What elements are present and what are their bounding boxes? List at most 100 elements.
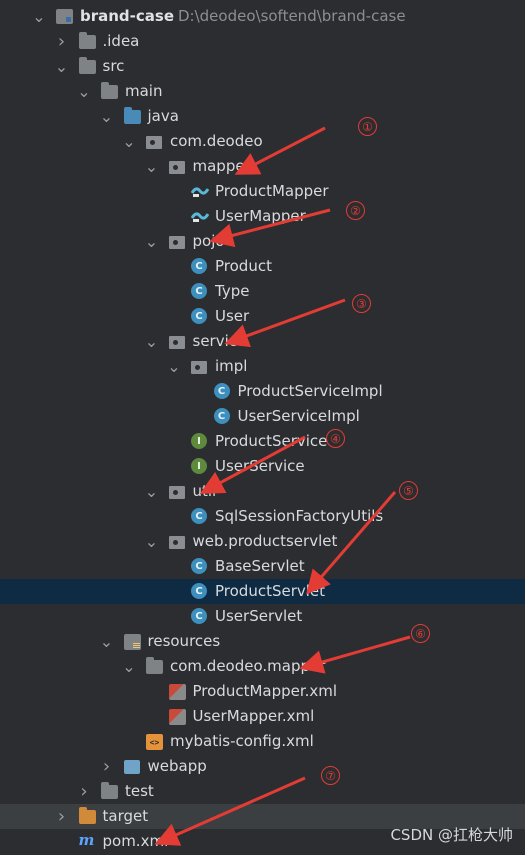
- tree-row-mapper[interactable]: ⌄ mapper: [0, 154, 525, 179]
- resources-folder-icon: [123, 634, 141, 650]
- tree-row-productserviceimpl[interactable]: C ProductServiceImpl: [0, 379, 525, 404]
- tree-item-label: main: [125, 82, 163, 100]
- tree-row-src[interactable]: ⌄ src: [0, 54, 525, 79]
- tree-item-label: pom.xml: [102, 832, 169, 850]
- class-icon: C: [213, 383, 230, 399]
- tree-item-label: Product: [215, 257, 272, 275]
- tree-row-test[interactable]: › test: [0, 779, 525, 804]
- chevron-down-icon[interactable]: ⌄: [145, 529, 159, 554]
- tree-row-webapp[interactable]: › webapp: [0, 754, 525, 779]
- tree-row-sqlsessionfactoryutils[interactable]: C SqlSessionFactoryUtils: [0, 504, 525, 529]
- chevron-right-icon[interactable]: ›: [100, 754, 114, 779]
- tree-row-pom-xml[interactable]: m pom.xml: [0, 829, 525, 854]
- tree-row-impl[interactable]: ⌄ impl: [0, 354, 525, 379]
- folder-icon: [146, 657, 163, 674]
- tree-row-brand-case[interactable]: ⌄ brand-case D:\deodeo\softend\brand-case: [0, 4, 525, 29]
- web-folder-icon: [123, 760, 140, 774]
- tree-item-label: ProductMapper.xml: [192, 682, 338, 700]
- mapper-interface-icon: [190, 209, 210, 224]
- tree-item-label: ProductServlet: [215, 582, 326, 600]
- tree-item-label: brand-case: [80, 7, 175, 25]
- tree-item-label: webapp: [147, 757, 207, 775]
- folder-icon: [78, 32, 96, 49]
- tree-row-baseservlet[interactable]: C BaseServlet: [0, 554, 525, 579]
- chevron-down-icon[interactable]: ⌄: [167, 354, 181, 379]
- tree-item-label: com.deodeo: [170, 132, 263, 150]
- tree-item-label: UserServlet: [215, 607, 303, 625]
- chevron-down-icon[interactable]: ⌄: [145, 154, 159, 179]
- chevron-right-icon[interactable]: ›: [55, 804, 69, 829]
- tree-item-label: mybatis-config.xml: [170, 732, 314, 750]
- excluded-folder-icon: [78, 807, 96, 824]
- tree-row-type[interactable]: C Type: [0, 279, 525, 304]
- chevron-down-icon[interactable]: ⌄: [32, 4, 46, 29]
- chevron-down-icon[interactable]: ⌄: [122, 654, 136, 679]
- tree-row-pojo[interactable]: ⌄ pojo: [0, 229, 525, 254]
- tree-row-mybatis-config-xml[interactable]: <> mybatis-config.xml: [0, 729, 525, 754]
- chevron-right-icon[interactable]: ›: [55, 29, 69, 54]
- tree-row-userserviceimpl[interactable]: C UserServiceImpl: [0, 404, 525, 429]
- chevron-down-icon[interactable]: ⌄: [145, 329, 159, 354]
- project-path: D:\deodeo\softend\brand-case: [178, 7, 406, 25]
- tree-item-label: mapper: [192, 157, 251, 175]
- tree-item-label: ProductServiceImpl: [237, 382, 383, 400]
- class-icon: C: [191, 283, 207, 299]
- class-icon: C: [191, 558, 207, 574]
- tree-row-productmapper[interactable]: ProductMapper: [0, 179, 525, 204]
- chevron-down-icon[interactable]: ⌄: [55, 54, 69, 79]
- interface-icon: I: [191, 433, 207, 449]
- tree-item-label: pojo: [192, 232, 225, 250]
- config-xml-icon: <>: [146, 734, 163, 750]
- tree-row-target[interactable]: › target: [0, 804, 525, 829]
- chevron-down-icon[interactable]: ⌄: [145, 229, 159, 254]
- tree-row--idea[interactable]: › .idea: [0, 29, 525, 54]
- tree-item-label: util: [192, 482, 217, 500]
- tree-row-usermapper[interactable]: UserMapper: [0, 204, 525, 229]
- chevron-down-icon[interactable]: ⌄: [77, 79, 91, 104]
- tree-row-main[interactable]: ⌄ main: [0, 79, 525, 104]
- tree-item-label: web.productservlet: [192, 532, 338, 550]
- chevron-down-icon[interactable]: ⌄: [100, 629, 114, 654]
- maven-icon: m: [78, 831, 95, 849]
- package-icon: [146, 136, 162, 149]
- tree-row-userservlet[interactable]: C UserServlet: [0, 604, 525, 629]
- tree-row-productservlet[interactable]: C ProductServlet: [0, 579, 525, 604]
- tree-row-resources[interactable]: ⌄ resources: [0, 629, 525, 654]
- tree-row-service[interactable]: ⌄ service: [0, 329, 525, 354]
- interface-icon: I: [191, 458, 207, 474]
- package-icon: [191, 361, 207, 374]
- tree-item-label: java: [147, 107, 179, 125]
- tree-item-label: resources: [147, 632, 221, 650]
- tree-row-userservice[interactable]: I UserService: [0, 454, 525, 479]
- tree-row-java[interactable]: ⌄ java: [0, 104, 525, 129]
- tree-item-label: UserMapper: [215, 207, 306, 225]
- tree-item-label: impl: [215, 357, 248, 375]
- tree-row-usermapper-xml[interactable]: UserMapper.xml: [0, 704, 525, 729]
- class-icon: C: [191, 308, 207, 324]
- tree-item-label: Type: [215, 282, 250, 300]
- mybatis-xml-icon: [168, 709, 186, 725]
- class-icon: C: [191, 583, 207, 599]
- tree-row-productservice[interactable]: I ProductService: [0, 429, 525, 454]
- tree-row-productmapper-xml[interactable]: ProductMapper.xml: [0, 679, 525, 704]
- folder-icon: [101, 82, 118, 99]
- chevron-down-icon[interactable]: ⌄: [100, 104, 114, 129]
- tree-row-com-deodeo[interactable]: ⌄ com.deodeo: [0, 129, 525, 154]
- chevron-right-icon[interactable]: ›: [77, 779, 91, 804]
- class-icon: C: [191, 258, 207, 274]
- mapper-interface-icon: [190, 184, 210, 199]
- chevron-down-icon[interactable]: ⌄: [122, 129, 136, 154]
- tree-row-product[interactable]: C Product: [0, 254, 525, 279]
- class-icon: C: [191, 608, 207, 624]
- package-icon: [168, 536, 185, 549]
- tree-item-label: ProductService: [215, 432, 328, 450]
- chevron-down-icon[interactable]: ⌄: [145, 479, 159, 504]
- module-folder-icon: [56, 9, 73, 24]
- tree-row-util[interactable]: ⌄ util: [0, 479, 525, 504]
- tree-row-com-deodeo-mapper[interactable]: ⌄ com.deodeo.mapper: [0, 654, 525, 679]
- package-icon: [168, 161, 185, 174]
- tree-row-user[interactable]: C User: [0, 304, 525, 329]
- tree-row-web-productservlet[interactable]: ⌄ web.productservlet: [0, 529, 525, 554]
- tree-item-label: BaseServlet: [215, 557, 305, 575]
- tree-item-label: .idea: [102, 32, 140, 50]
